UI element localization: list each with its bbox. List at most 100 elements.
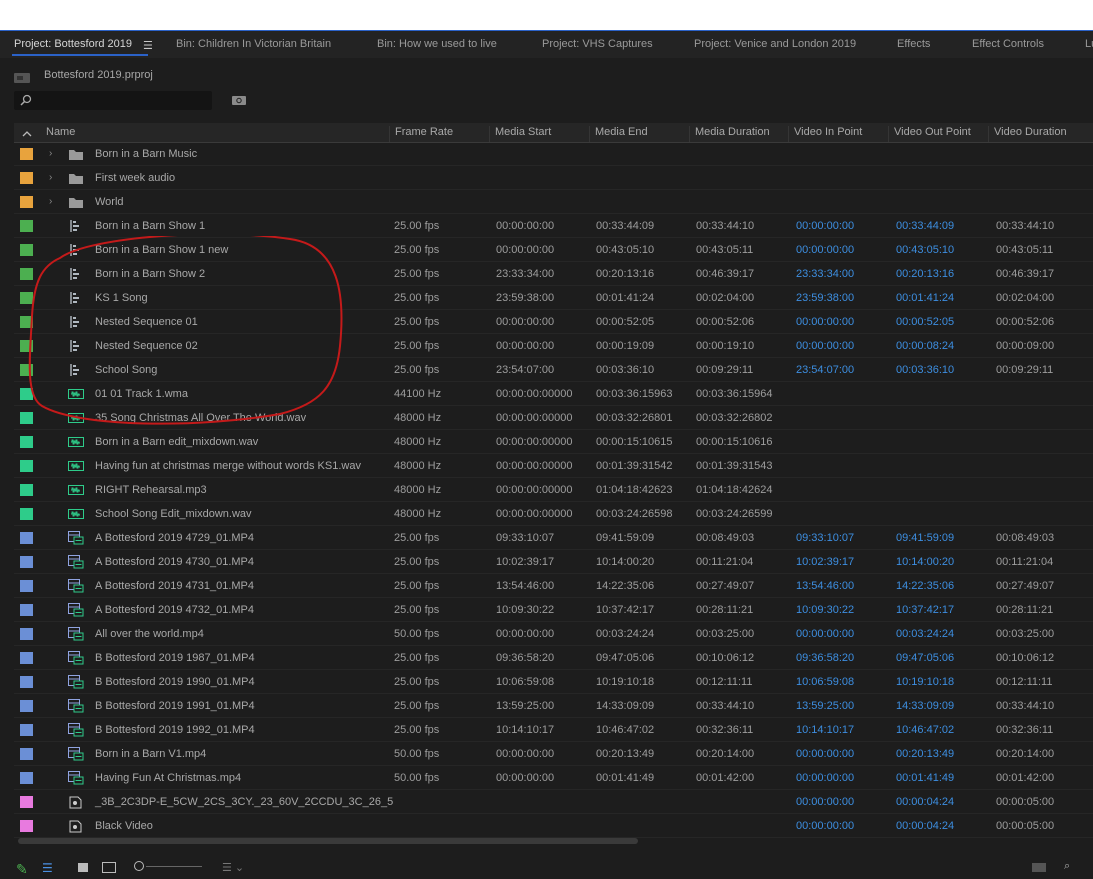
item-name[interactable]: Black Video [95,820,153,832]
tab-effect-controls[interactable]: Effect Controls [972,38,1044,50]
item-name[interactable]: First week audio [95,172,175,184]
color-label-swatch[interactable] [20,820,33,832]
column-header-media-end[interactable]: Media End [589,126,689,142]
cell-vo[interactable]: 00:01:41:24 [896,292,954,304]
color-label-swatch[interactable] [20,772,33,784]
list-item[interactable]: › World [14,191,1093,214]
item-name[interactable]: All over the world.mp4 [95,628,204,640]
cell-vi[interactable]: 10:02:39:17 [796,556,854,568]
cell-vi[interactable]: 23:54:07:00 [796,364,854,376]
freeform-view-icon[interactable] [102,862,116,873]
color-label-swatch[interactable] [20,484,33,496]
sort-arrow-up-icon[interactable] [22,130,32,137]
cell-vo[interactable]: 00:00:04:24 [896,796,954,808]
cell-vo[interactable]: 00:00:52:05 [896,316,954,328]
list-item[interactable]: Born in a Barn edit_mixdown.wav 48000 Hz 0… [14,431,1093,454]
list-item[interactable]: _3B_2C3DP-E_5CW_2CS_3CY._23_60V_2CCDU_3C… [14,791,1093,814]
expand-chevron-icon[interactable]: › [49,148,52,159]
icon-view-icon[interactable] [78,863,88,872]
list-item[interactable]: A Bottesford 2019 4731_01.MP4 25.00 fps 13… [14,575,1093,598]
horizontal-scrollbar[interactable] [18,838,638,844]
cell-vo[interactable]: 14:22:35:06 [896,580,954,592]
column-header-media-duration[interactable]: Media Duration [689,126,788,142]
color-label-swatch[interactable] [20,796,33,808]
list-item[interactable]: A Bottesford 2019 4729_01.MP4 25.00 fps 09… [14,527,1093,550]
color-label-swatch[interactable] [20,628,33,640]
cell-vo[interactable]: 10:46:47:02 [896,724,954,736]
cell-vo[interactable]: 10:14:00:20 [896,556,954,568]
item-name[interactable]: World [95,196,124,208]
column-header-video-in-point[interactable]: Video In Point [788,126,888,142]
cell-vo[interactable]: 00:20:13:16 [896,268,954,280]
cell-vo[interactable]: 00:33:44:09 [896,220,954,232]
list-item[interactable]: B Bottesford 2019 1987_01.MP4 25.00 fps 09… [14,647,1093,670]
color-label-swatch[interactable] [20,556,33,568]
item-name[interactable]: Born in a Barn Show 1 [95,220,205,232]
item-name[interactable]: A Bottesford 2019 4732_01.MP4 [95,604,254,616]
item-name[interactable]: RIGHT Rehearsal.mp3 [95,484,207,496]
cell-vi[interactable]: 00:00:00:00 [796,820,854,832]
cell-vi[interactable]: 00:00:00:00 [796,772,854,784]
tab-project-venice-london[interactable]: Project: Venice and London 2019 [694,38,856,50]
expand-chevron-icon[interactable]: › [49,196,52,207]
cell-vo[interactable]: 09:47:05:06 [896,652,954,664]
cell-vi[interactable]: 13:59:25:00 [796,700,854,712]
cell-vi[interactable]: 00:00:00:00 [796,316,854,328]
zoom-slider-track[interactable] [146,866,202,867]
cell-vo[interactable]: 00:00:04:24 [896,820,954,832]
item-name[interactable]: B Bottesford 2019 1992_01.MP4 [95,724,255,736]
cell-vi[interactable]: 00:00:00:00 [796,628,854,640]
item-name[interactable]: Born in a Barn edit_mixdown.wav [95,436,258,448]
list-item[interactable]: Having Fun At Christmas.mp4 50.00 fps 00:0… [14,767,1093,790]
item-name[interactable]: A Bottesford 2019 4730_01.MP4 [95,556,254,568]
list-view-icon[interactable]: ☰ [42,861,53,875]
cell-vo[interactable]: 10:37:42:17 [896,604,954,616]
cell-vi[interactable]: 09:36:58:20 [796,652,854,664]
list-item[interactable]: › Born in a Barn Music [14,143,1093,166]
color-label-swatch[interactable] [20,220,33,232]
list-item[interactable]: School Song Edit_mixdown.wav 48000 Hz 00:0… [14,503,1093,526]
item-name[interactable]: A Bottesford 2019 4729_01.MP4 [95,532,254,544]
list-item[interactable]: A Bottesford 2019 4732_01.MP4 25.00 fps 10… [14,599,1093,622]
cell-vo[interactable]: 00:00:08:24 [896,340,954,352]
color-label-swatch[interactable] [20,604,33,616]
column-header-media-start[interactable]: Media Start [489,126,589,142]
tab-lumetri-truncated[interactable]: Lu [1085,38,1093,50]
cell-vo[interactable]: 00:20:13:49 [896,748,954,760]
item-name[interactable]: A Bottesford 2019 4731_01.MP4 [95,580,254,592]
item-name[interactable]: Born in a Barn Music [95,148,197,160]
cell-vi[interactable]: 00:00:00:00 [796,220,854,232]
item-name[interactable]: Having Fun At Christmas.mp4 [95,772,241,784]
list-item[interactable]: A Bottesford 2019 4730_01.MP4 25.00 fps 10… [14,551,1093,574]
color-label-swatch[interactable] [20,580,33,592]
list-item[interactable]: Having fun at christmas merge without wo… [14,455,1093,478]
item-name[interactable]: _3B_2C3DP-E_5CW_2CS_3CY._23_60V_2CCDU_3C… [95,796,393,808]
item-name[interactable]: B Bottesford 2019 1991_01.MP4 [95,700,255,712]
column-header-name[interactable]: Name [41,126,389,142]
color-label-swatch[interactable] [20,148,33,160]
tab-bin-how-we-used-to-live[interactable]: Bin: How we used to live [377,38,497,50]
cell-vi[interactable]: 00:00:00:00 [796,340,854,352]
color-label-swatch[interactable] [20,652,33,664]
tab-project-vhs-captures[interactable]: Project: VHS Captures [542,38,653,50]
column-header-video-duration[interactable]: Video Duration [988,126,1093,142]
cell-vi[interactable]: 10:14:10:17 [796,724,854,736]
cell-vi[interactable]: 00:00:00:00 [796,244,854,256]
list-item[interactable]: › First week audio [14,167,1093,190]
list-item[interactable]: Born in a Barn Show 1 25.00 fps 00:00:00:0… [14,215,1093,238]
search-input[interactable] [14,91,212,110]
column-header-video-out-point[interactable]: Video Out Point [888,126,988,142]
cell-vo[interactable]: 00:01:41:49 [896,772,954,784]
item-name[interactable]: School Song Edit_mixdown.wav [95,508,252,520]
storyboard-icon[interactable] [1032,863,1046,872]
color-label-swatch[interactable] [20,700,33,712]
cell-vo[interactable]: 10:19:10:18 [896,676,954,688]
cell-vi[interactable]: 10:09:30:22 [796,604,854,616]
color-label-swatch[interactable] [20,748,33,760]
color-label-swatch[interactable] [20,724,33,736]
cell-vo[interactable]: 09:41:59:09 [896,532,954,544]
cell-vi[interactable]: 09:33:10:07 [796,532,854,544]
list-item[interactable]: All over the world.mp4 50.00 fps 00:00:00:… [14,623,1093,646]
list-item[interactable]: B Bottesford 2019 1990_01.MP4 25.00 fps 10… [14,671,1093,694]
list-item[interactable]: B Bottesford 2019 1992_01.MP4 25.00 fps 10… [14,719,1093,742]
